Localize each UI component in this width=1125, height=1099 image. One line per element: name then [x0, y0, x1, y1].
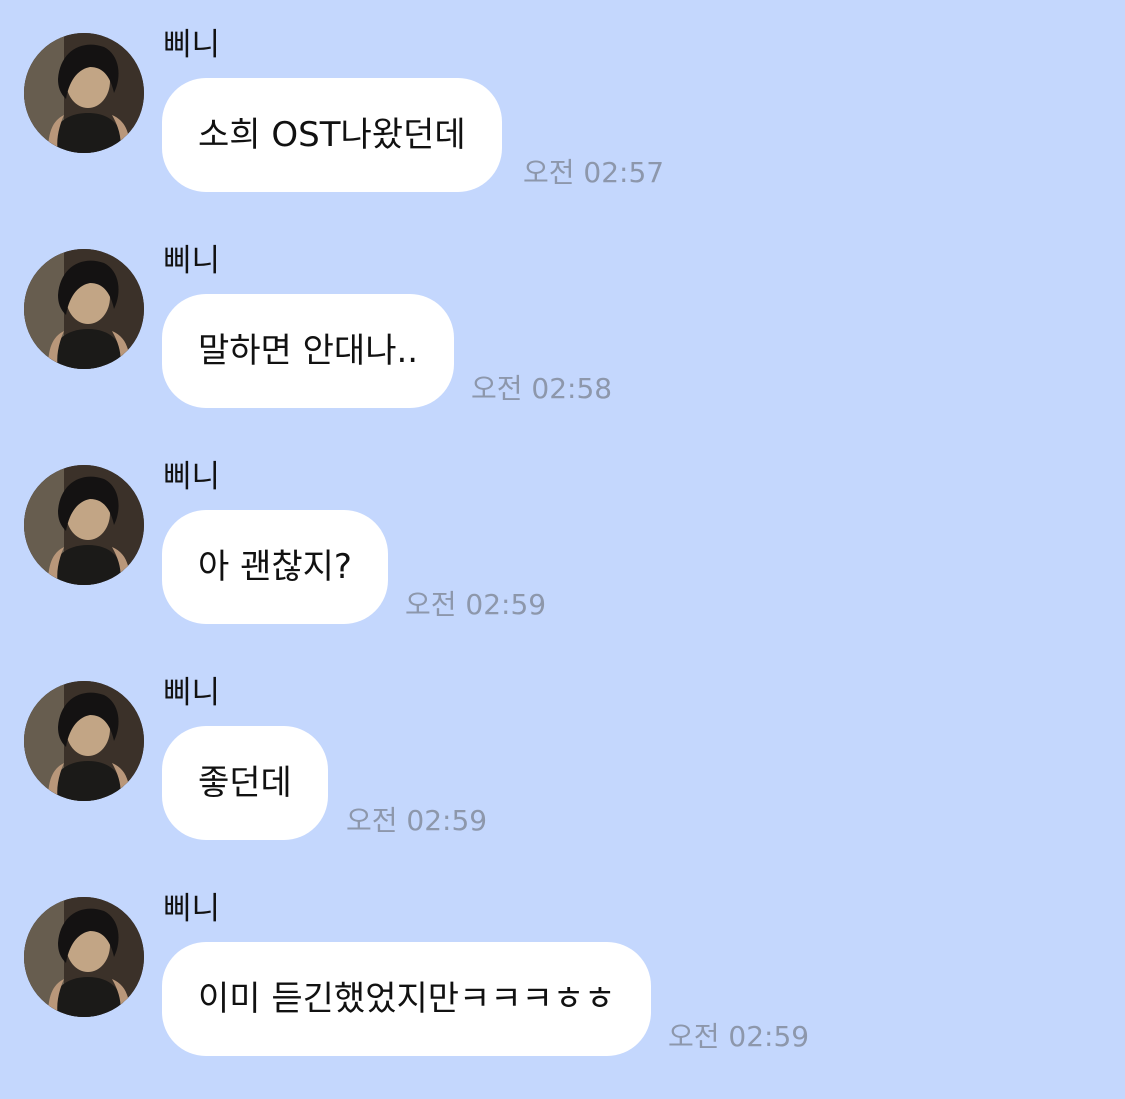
message-bubble[interactable]: 아 괜찮지?: [162, 510, 388, 624]
sender-name: 삐니: [163, 675, 221, 711]
sender-name: 삐니: [163, 891, 221, 927]
sender-name: 삐니: [163, 243, 221, 279]
sender-name: 삐니: [163, 459, 221, 495]
message-timestamp: 오전 02:57: [523, 156, 665, 189]
message-timestamp: 오전 02:58: [471, 372, 613, 405]
profile-photo-icon: [24, 249, 144, 369]
avatar[interactable]: [24, 681, 144, 801]
profile-photo-icon: [24, 897, 144, 1017]
avatar[interactable]: [24, 897, 144, 1017]
message-timestamp: 오전 02:59: [405, 588, 547, 621]
message-timestamp: 오전 02:59: [346, 804, 488, 837]
message-timestamp: 오전 02:59: [668, 1020, 810, 1053]
message-bubble[interactable]: 좋던데: [162, 726, 328, 840]
avatar[interactable]: [24, 465, 144, 585]
avatar[interactable]: [24, 249, 144, 369]
message-row: 삐니 소희 OST나왔던데 오전 02:57: [0, 27, 1125, 233]
message-bubble[interactable]: 말하면 안대나..: [162, 294, 455, 408]
sender-name: 삐니: [163, 27, 221, 63]
profile-photo-icon: [24, 465, 144, 585]
message-row: 삐니 말하면 안대나.. 오전 02:58: [0, 243, 1125, 449]
profile-photo-icon: [24, 681, 144, 801]
avatar[interactable]: [24, 33, 144, 153]
message-bubble[interactable]: 소희 OST나왔던데: [162, 78, 502, 192]
message-row: 삐니 아 괜찮지? 오전 02:59: [0, 459, 1125, 665]
profile-photo-icon: [24, 33, 144, 153]
message-bubble[interactable]: 이미 듣긴했었지만ㅋㅋㅋㅎㅎ: [162, 942, 652, 1056]
message-row: 삐니 좋던데 오전 02:59: [0, 675, 1125, 881]
message-row: 삐니 이미 듣긴했었지만ㅋㅋㅋㅎㅎ 오전 02:59: [0, 891, 1125, 1097]
